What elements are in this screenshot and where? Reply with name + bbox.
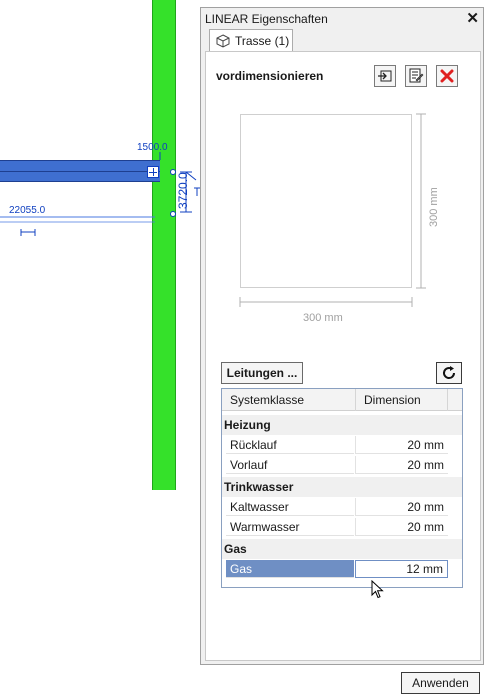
preview-width-label: 300 mm — [303, 312, 343, 324]
refresh-button[interactable] — [436, 362, 462, 384]
dimension-lines — [0, 152, 200, 236]
cell-dimension[interactable]: 20 mm — [355, 498, 448, 516]
cell-dimension[interactable]: 20 mm — [355, 436, 448, 454]
cad-canvas[interactable]: 1500.0 22055.0 3720.0 — [0, 0, 200, 665]
cell-systemklasse[interactable]: Gas — [226, 560, 354, 578]
tab-label: Trasse (1) — [235, 33, 290, 48]
group-row-trinkwasser[interactable]: Trinkwasser — [222, 477, 462, 497]
cell-systemklasse[interactable]: Warmwasser — [226, 518, 354, 536]
grid-header: Systemklasse Dimension — [222, 389, 462, 411]
preview-height-label: 300 mm — [428, 187, 440, 227]
tab-content: vordimensionieren 300 mm 300 mm Leitunge… — [205, 51, 481, 694]
cell-systemklasse[interactable]: Rücklauf — [226, 436, 354, 454]
system-class-grid[interactable]: Systemklasse Dimension Heizung Rücklauf … — [221, 388, 463, 588]
properties-window: LINEAR Eigenschaften ✕ Trasse (1) vordim… — [200, 7, 484, 694]
cell-systemklasse[interactable]: Kaltwasser — [226, 498, 354, 516]
cell-dimension-editing[interactable]: 12 mm — [355, 560, 448, 578]
refresh-icon — [443, 366, 456, 379]
title-bar[interactable]: LINEAR Eigenschaften ✕ — [201, 8, 484, 28]
group-row-gas[interactable]: Gas — [222, 539, 462, 559]
column-header-dimension[interactable]: Dimension — [356, 389, 448, 411]
table-row[interactable]: Warmwasser 20 mm — [222, 517, 462, 537]
mouse-cursor-icon — [371, 580, 384, 599]
group-row-heizung[interactable]: Heizung — [222, 415, 462, 435]
table-row-selected[interactable]: Gas 12 mm — [222, 559, 462, 579]
cell-systemklasse[interactable]: Vorlauf — [226, 456, 354, 474]
cube-icon — [216, 33, 230, 48]
tab-trasse[interactable]: Trasse (1) — [209, 29, 293, 51]
preview-dimension-lines — [239, 113, 426, 307]
cell-dimension[interactable]: 20 mm — [355, 518, 448, 536]
table-row[interactable]: Kaltwasser 20 mm — [222, 497, 462, 517]
table-row[interactable]: Vorlauf 20 mm — [222, 455, 462, 475]
column-header-systemklasse[interactable]: Systemklasse — [222, 389, 356, 411]
leitungen-button[interactable]: Leitungen ... — [221, 362, 303, 384]
cell-dimension[interactable]: 20 mm — [355, 456, 448, 474]
table-row[interactable]: Rücklauf 20 mm — [222, 435, 462, 455]
window-title: LINEAR Eigenschaften — [205, 12, 328, 26]
apply-button[interactable]: Anwenden — [401, 672, 480, 694]
close-icon[interactable]: ✕ — [466, 9, 479, 27]
